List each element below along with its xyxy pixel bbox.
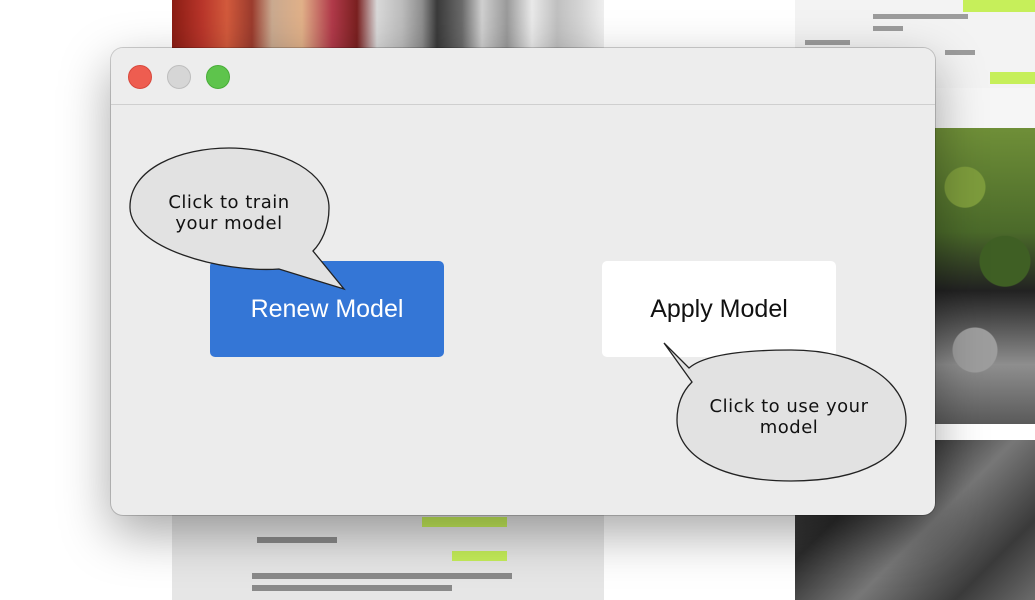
apply-model-button[interactable]: Apply Model [602,261,836,357]
background-photo-forest [935,128,1035,424]
tooltip-use-text: Click to use your model [681,396,897,438]
renew-model-label: Renew Model [250,294,404,323]
app-window: Renew Model Apply Model Click to train y… [111,48,935,515]
tooltip-use-line-2: model [759,417,819,438]
tooltip-train-text: Click to train your model [149,192,309,234]
tooltip-train-line-1: Click to train [168,192,290,213]
tooltip-train-line-2: your model [175,213,283,234]
tooltip-use-line-1: Click to use your [709,396,869,417]
title-bar[interactable] [111,48,935,105]
background-photo-books [172,0,604,48]
minimize-window-button[interactable] [167,65,191,89]
background-chat-screenshot-bottom [172,515,604,600]
close-window-button[interactable] [128,65,152,89]
zoom-window-button[interactable] [206,65,230,89]
apply-model-label: Apply Model [650,294,788,323]
background-photo-strip [935,88,1035,128]
renew-model-button[interactable]: Renew Model [210,261,444,357]
